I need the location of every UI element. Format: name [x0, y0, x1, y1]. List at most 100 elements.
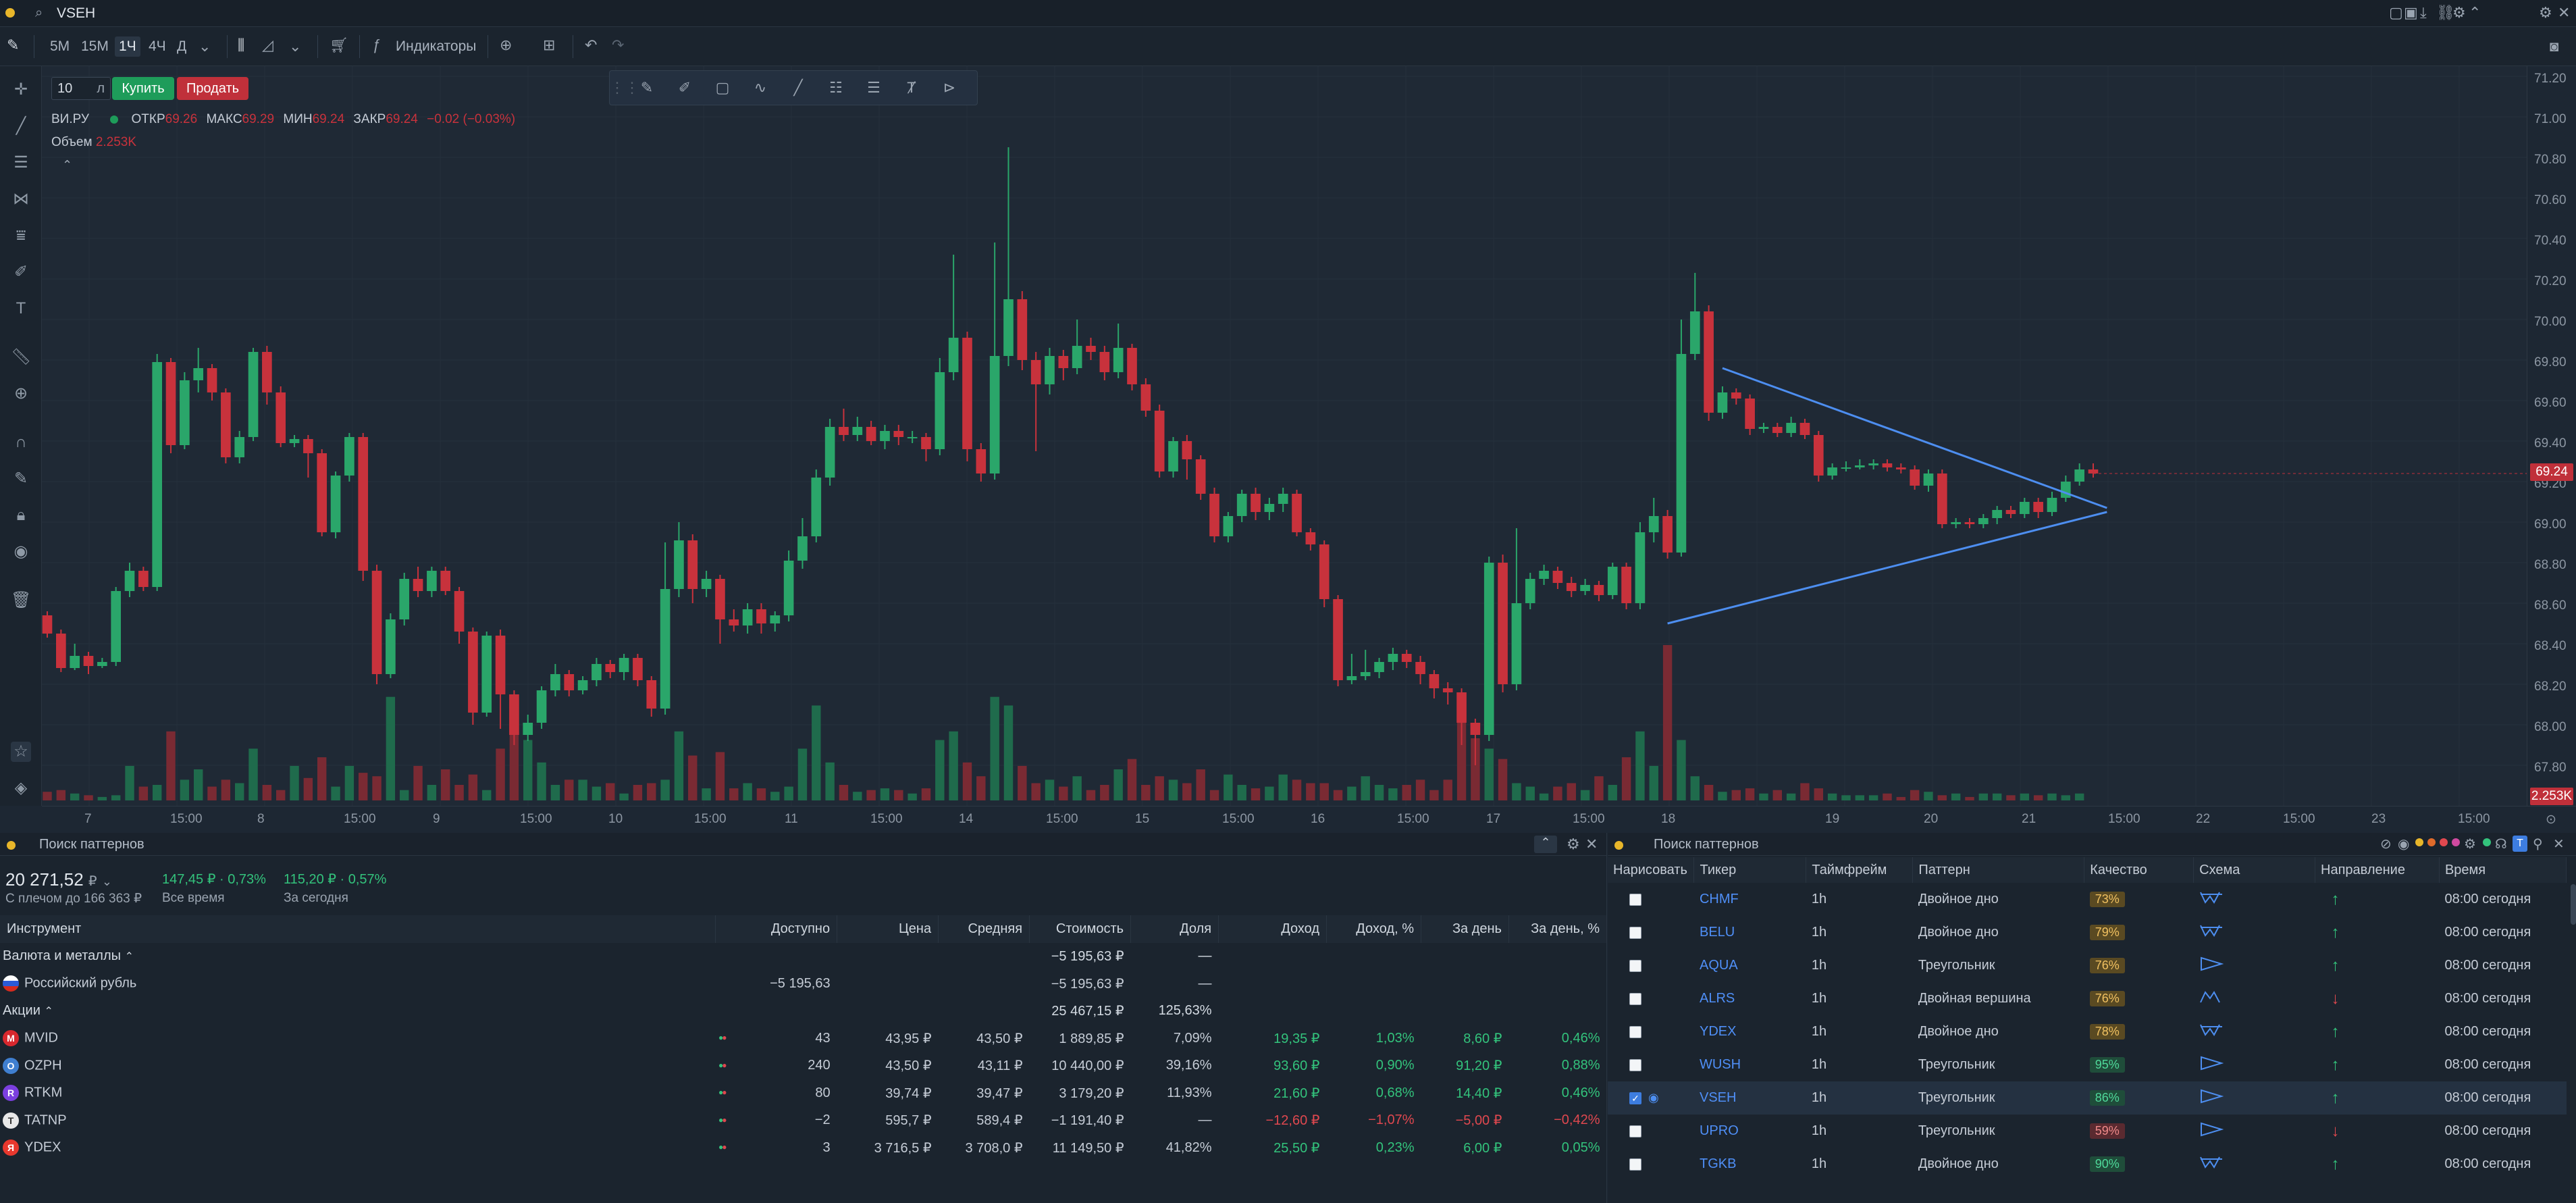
trendline-icon[interactable]: ╱ [11, 116, 31, 136]
col-draw[interactable]: Нарисовать [1608, 857, 1695, 883]
draw-checkbox[interactable] [1629, 1025, 1641, 1038]
indicators-icon[interactable]: ƒ [373, 36, 381, 54]
group-currency-label[interactable]: Валюта и металлы ⌃ [0, 943, 716, 971]
telegram-icon[interactable]: T [2513, 836, 2527, 852]
col-available[interactable]: Доступно [715, 915, 838, 943]
magnet-icon[interactable]: ∩ [11, 432, 31, 453]
brush-icon[interactable]: ✐ [11, 262, 31, 282]
timeframe-5m[interactable]: 5M [46, 36, 74, 57]
ruler-icon[interactable]: 📏︎ [11, 347, 31, 367]
forecast-icon[interactable]: ⊳ [939, 79, 960, 98]
settings-icon[interactable]: ⚙ [2464, 836, 2476, 852]
collapse-icon[interactable]: ⌃ [2469, 4, 2481, 22]
scrollbar[interactable] [2571, 884, 2576, 925]
save-icon[interactable]: ▣ [2404, 4, 2418, 22]
redo-icon[interactable]: ↷ [612, 36, 624, 54]
window-icon[interactable]: ▢ [2389, 4, 2403, 22]
sell-button[interactable]: Продать [177, 77, 248, 100]
col-time[interactable]: Время [2439, 857, 2567, 883]
price-chart[interactable] [42, 66, 2527, 806]
table-row[interactable]: Я YDEX ●● 3 3 716,5 ₽ 3 708,0 ₽ 11 149,50 … [0, 1134, 1607, 1162]
time-axis[interactable]: 7 15:00 8 15:00 9 15:00 10 15:00 11 15:00 14 15:00 1… [42, 806, 2576, 833]
collapse-icon[interactable]: ⌃ [1534, 836, 1557, 853]
fib-retracement-icon[interactable]: ☰ [864, 79, 884, 98]
link-color-dot[interactable] [5, 8, 15, 18]
color-dot-green[interactable] [2483, 838, 2491, 846]
draw-checkbox[interactable] [1629, 926, 1641, 939]
close-icon[interactable]: ✕ [1585, 836, 1598, 853]
pencil-icon[interactable]: ✎ [7, 36, 19, 54]
group-row[interactable]: Акции ⌃ 25 467,15 ₽ 125,63% [0, 998, 1607, 1025]
ticker-link[interactable]: AQUA [1694, 949, 1806, 982]
timeframe-4h[interactable]: 4Ч [144, 36, 170, 57]
path-icon[interactable]: ∿ [750, 79, 770, 98]
settings-icon[interactable]: ⚙ [1567, 836, 1580, 853]
col-direction[interactable]: Направление [2315, 857, 2440, 883]
close-icon[interactable]: ✕ [2558, 4, 2570, 22]
hide-icon[interactable]: ⊘ [2380, 836, 2392, 852]
ticker-link[interactable]: UPRO [1694, 1115, 1806, 1148]
pattern-row[interactable]: UPRO 1h Треугольник 59% ↓ 08:00 сегодня [1608, 1115, 2567, 1148]
col-income[interactable]: Доход [1218, 915, 1327, 943]
chart-canvas[interactable] [42, 66, 2527, 806]
rectangle-icon[interactable]: ▢ [712, 79, 733, 98]
table-row[interactable]: R RTKM ●● 80 39,74 ₽ 39,47 ₽ 3 179,20 ₽ 11… [0, 1079, 1607, 1107]
col-scheme[interactable]: Схема [2193, 857, 2316, 883]
ticker-link[interactable]: CHMF [1694, 883, 1806, 916]
eye-icon[interactable]: ◉ [2398, 836, 2409, 852]
timeframe-1h[interactable]: 1Ч [115, 36, 140, 57]
draw-checkbox[interactable] [1629, 1058, 1641, 1071]
timeframe-15m[interactable]: 15M [77, 36, 113, 57]
close-icon[interactable]: ✕ [2553, 836, 2565, 852]
eye-icon[interactable]: ◉ [11, 542, 31, 562]
undo-icon[interactable]: ↶ [585, 36, 597, 54]
pattern-row[interactable]: ✓ ◉ VSEH 1h Треугольник 86% ↑ 08:00 сегод… [1608, 1081, 2567, 1115]
camera-icon[interactable]: ◙ [2550, 38, 2558, 55]
ticker-link[interactable]: WUSH [1694, 1048, 1806, 1081]
col-instrument[interactable]: Инструмент [0, 915, 716, 943]
col-share[interactable]: Доля [1130, 915, 1219, 943]
pin-icon[interactable]: ⚲ [2533, 836, 2543, 852]
pattern-icon[interactable]: ⋈ [11, 189, 31, 209]
search-icon[interactable]: ⌕ [35, 5, 43, 21]
col-average[interactable]: Средняя [938, 915, 1030, 943]
pattern-row[interactable]: YDEX 1h Двойное дно 78% ↑ 08:00 сегодня [1608, 1015, 2567, 1048]
pattern-row[interactable]: TGKB 1h Двойное дно 90% ↑ 08:00 сегодня [1608, 1148, 2567, 1181]
table-row[interactable]: Российский рубль −5 195,63 −5 195,63 ₽ — [0, 970, 1607, 998]
area-chart-icon[interactable]: ◿ [262, 36, 273, 54]
color-dot-yellow[interactable] [2415, 838, 2423, 846]
col-timeframe[interactable]: Таймфрейм [1806, 857, 1914, 883]
ray-icon[interactable]: ╱ [788, 79, 808, 98]
col-day[interactable]: За день [1421, 915, 1509, 943]
crosshair-icon[interactable]: ✛ [11, 80, 31, 100]
pattern-row[interactable]: ALRS 1h Двойная вершина 76% ↓ 08:00 сего… [1608, 982, 2567, 1015]
highlighter-icon[interactable]: ✐ [675, 79, 695, 98]
cart-icon[interactable]: 🛒︎ [330, 36, 348, 54]
col-quality[interactable]: Качество [2084, 857, 2194, 883]
text-tool-icon[interactable]: Ⱦ [901, 79, 922, 98]
ticker-link[interactable]: BELU [1694, 916, 1806, 949]
layers-icon[interactable]: ◈ [11, 778, 31, 798]
settings-icon[interactable]: ⚙ [2452, 4, 2466, 22]
col-price[interactable]: Цена [837, 915, 939, 943]
col-pattern[interactable]: Паттерн [1912, 857, 2085, 883]
draw-checkbox[interactable] [1629, 1158, 1641, 1171]
pencil-lock-icon[interactable]: ✎ [11, 469, 31, 489]
draw-checkbox[interactable] [1629, 893, 1641, 906]
buy-button[interactable]: Купить [112, 77, 174, 100]
table-row[interactable]: M MVID ●● 43 43,95 ₽ 43,50 ₽ 1 889,85 ₽ 7,… [0, 1025, 1607, 1052]
draw-checkbox[interactable] [1629, 959, 1641, 972]
color-dot-orange[interactable] [2427, 838, 2436, 846]
brush-icon[interactable]: ✎ [637, 79, 657, 98]
ticker-search-input[interactable]: VSEH [57, 5, 95, 22]
group-stocks-label[interactable]: Акции ⌃ [0, 998, 716, 1025]
gear-icon[interactable]: ⚙ [2539, 4, 2552, 22]
parallel-channel-icon[interactable]: ☷ [826, 79, 846, 98]
col-cost[interactable]: Стоимость [1029, 915, 1132, 943]
candles-icon[interactable]: ⫼ [238, 36, 244, 54]
eye-icon[interactable]: ◉ [1648, 1091, 1659, 1104]
drag-handle-icon[interactable]: ⋮⋮ [610, 79, 639, 98]
draw-checkbox[interactable] [1629, 992, 1641, 1005]
col-day-pct[interactable]: За день, % [1508, 915, 1608, 943]
table-row[interactable]: T TATNP ●● −2 595,7 ₽ 589,4 ₽ −1 191,40 ₽ … [0, 1107, 1607, 1135]
